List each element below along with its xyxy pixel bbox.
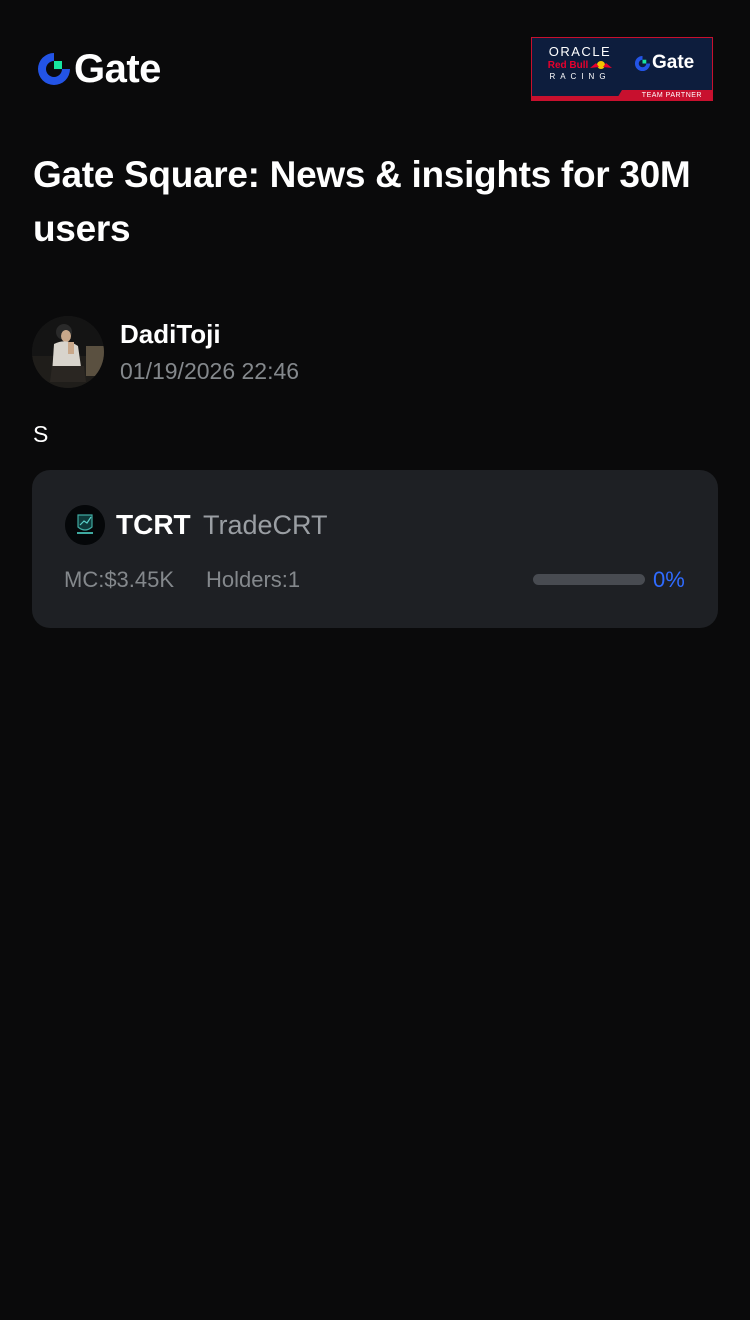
page-title: Gate Square: News & insights for 30M use… [33,154,691,249]
tradecrt-token-icon [65,505,105,545]
partner-caption: TEAM PARTNER [641,92,702,99]
token-card[interactable]: TCRT TradeCRT MC:$3.45K Holders:1 0% [32,470,718,628]
avatar[interactable] [32,316,104,388]
bonding-progress-label: 0% [653,567,685,592]
bonding-progress-bar [533,574,645,585]
user-avatar-photo [32,316,104,388]
token-symbol: TCRT [116,509,191,540]
post-timestamp: 01/19/2026 22:46 [120,358,300,384]
token-holders: Holders:1 [206,567,301,592]
post-body: S [33,421,49,447]
partner-gate-logo: Gate [634,52,694,74]
gate-logo-icon [36,51,72,87]
gate-logo-small-icon [634,55,651,71]
header: Gate ORACLE Red Bull RACING Gate TEAM PA… [0,0,750,110]
red-bull-icon [590,61,613,69]
partner-racing-text: RACING [549,72,611,81]
logo-text: Gate [74,47,161,91]
token-market-cap: MC:$3.45K [64,567,175,592]
partner-redbull-text: Red Bull [542,58,618,72]
token-name: TradeCRT [203,510,328,540]
author-name[interactable]: DadiToji [120,319,221,350]
partner-oracle-text: ORACLE [548,44,612,59]
gate-logo[interactable]: Gate [36,47,161,91]
team-partner-badge[interactable]: ORACLE Red Bull RACING Gate TEAM PARTNER [531,37,713,101]
